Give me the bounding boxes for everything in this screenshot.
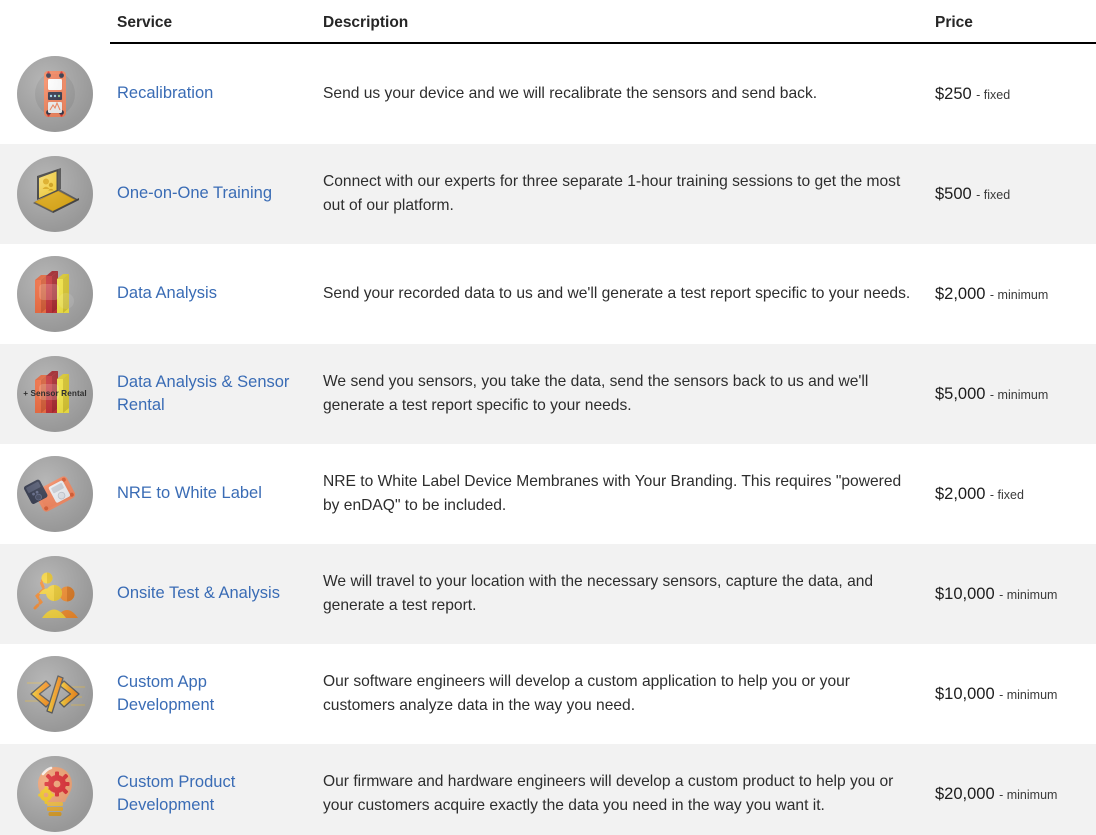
service-description-cell: We send you sensors, you take the data, … bbox=[318, 344, 928, 444]
price-amount: $10,000 bbox=[935, 685, 995, 703]
service-price-cell: $250 - fixed bbox=[928, 43, 1096, 144]
service-name-cell: Custom App Development bbox=[110, 644, 318, 744]
lightbulb-gears-icon bbox=[17, 756, 93, 832]
service-name-cell: Onsite Test & Analysis bbox=[110, 544, 318, 644]
bar-chart-data-analysis-icon bbox=[17, 256, 93, 332]
table-row: Onsite Test & Analysis We will travel to… bbox=[0, 544, 1096, 644]
service-icon-cell bbox=[0, 144, 110, 244]
service-icon-cell: + Sensor Rental bbox=[0, 344, 110, 444]
white-label-membrane-icon bbox=[17, 456, 93, 532]
table-header-row: Service Description Price bbox=[0, 0, 1096, 43]
price-note: - fixed bbox=[990, 488, 1024, 502]
service-name-cell: One-on-One Training bbox=[110, 144, 318, 244]
icon-bubble-shading bbox=[17, 656, 93, 732]
service-name-cell: NRE to White Label bbox=[110, 444, 318, 544]
service-icon-cell bbox=[0, 244, 110, 344]
service-icon-cell bbox=[0, 644, 110, 744]
service-icon-cell bbox=[0, 444, 110, 544]
table-row: Data Analysis Send your recorded data to… bbox=[0, 244, 1096, 344]
service-price-cell: $500 - fixed bbox=[928, 144, 1096, 244]
code-brackets-icon bbox=[17, 656, 93, 732]
service-icon-cell bbox=[0, 43, 110, 144]
icon-bubble-shading bbox=[17, 256, 93, 332]
service-name-cell: Data Analysis & Sensor Rental bbox=[110, 344, 318, 444]
price-amount: $250 bbox=[935, 85, 972, 103]
service-description-cell: We will travel to your location with the… bbox=[318, 544, 928, 644]
price-amount: $20,000 bbox=[935, 785, 995, 803]
service-price-cell: $2,000 - fixed bbox=[928, 444, 1096, 544]
services-pricing-table: Service Description Price bbox=[0, 0, 1096, 835]
table-row: Recalibration Send us your device and we… bbox=[0, 43, 1096, 144]
service-description-cell: Send your recorded data to us and we'll … bbox=[318, 244, 928, 344]
service-name-cell: Data Analysis bbox=[110, 244, 318, 344]
price-amount: $500 bbox=[935, 185, 972, 203]
icon-bubble-shading bbox=[17, 156, 93, 232]
price-amount: $2,000 bbox=[935, 285, 985, 303]
service-link[interactable]: Data Analysis & Sensor Rental bbox=[117, 373, 289, 414]
table-row: + Sensor Rental Data Analysis & Sensor R… bbox=[0, 344, 1096, 444]
service-icon-cell bbox=[0, 744, 110, 835]
service-link[interactable]: Data Analysis bbox=[117, 284, 217, 302]
price-note: - fixed bbox=[976, 188, 1010, 202]
service-description-cell: Our software engineers will develop a cu… bbox=[318, 644, 928, 744]
onsite-team-travel-icon bbox=[17, 556, 93, 632]
service-description-cell: Send us your device and we will recalibr… bbox=[318, 43, 928, 144]
table-row: One-on-One Training Connect with our exp… bbox=[0, 144, 1096, 244]
service-name-cell: Custom Product Development bbox=[110, 744, 318, 835]
table-row: Custom Product Development Our firmware … bbox=[0, 744, 1096, 835]
icon-bubble-shading bbox=[17, 456, 93, 532]
price-amount: $10,000 bbox=[935, 585, 995, 603]
price-note: - minimum bbox=[999, 688, 1057, 702]
price-note: - fixed bbox=[976, 88, 1010, 102]
service-price-cell: $10,000 - minimum bbox=[928, 644, 1096, 744]
bar-chart-sensor-rental-icon: + Sensor Rental bbox=[17, 356, 93, 432]
column-header-icon bbox=[0, 0, 110, 43]
service-price-cell: $2,000 - minimum bbox=[928, 244, 1096, 344]
laptop-training-icon bbox=[17, 156, 93, 232]
column-header-price: Price bbox=[928, 0, 1096, 43]
service-name-cell: Recalibration bbox=[110, 43, 318, 144]
service-description-cell: Connect with our experts for three separ… bbox=[318, 144, 928, 244]
service-price-cell: $5,000 - minimum bbox=[928, 344, 1096, 444]
service-icon-cell bbox=[0, 544, 110, 644]
service-link[interactable]: Onsite Test & Analysis bbox=[117, 584, 280, 602]
table-row: NRE to White Label NRE to White Label De… bbox=[0, 444, 1096, 544]
service-link[interactable]: Custom App Development bbox=[117, 673, 214, 714]
icon-bubble-shading bbox=[17, 56, 93, 132]
price-note: - minimum bbox=[999, 588, 1057, 602]
service-link[interactable]: One-on-One Training bbox=[117, 184, 272, 202]
price-note: - minimum bbox=[999, 788, 1057, 802]
service-price-cell: $10,000 - minimum bbox=[928, 544, 1096, 644]
service-price-cell: $20,000 - minimum bbox=[928, 744, 1096, 835]
service-description-cell: NRE to White Label Device Membranes with… bbox=[318, 444, 928, 544]
icon-bubble-shading bbox=[17, 556, 93, 632]
price-amount: $2,000 bbox=[935, 485, 985, 503]
price-note: - minimum bbox=[990, 388, 1048, 402]
column-header-description: Description bbox=[318, 0, 928, 43]
service-link[interactable]: Custom Product Development bbox=[117, 773, 235, 814]
price-note: - minimum bbox=[990, 288, 1048, 302]
service-link[interactable]: NRE to White Label bbox=[117, 484, 262, 502]
icon-bubble-shading bbox=[17, 756, 93, 832]
table-body: Recalibration Send us your device and we… bbox=[0, 43, 1096, 835]
table-header: Service Description Price bbox=[0, 0, 1096, 43]
column-header-service: Service bbox=[110, 0, 318, 43]
service-link[interactable]: Recalibration bbox=[117, 84, 213, 102]
recalibration-sensor-device-icon bbox=[17, 56, 93, 132]
table-row: Custom App Development Our software engi… bbox=[0, 644, 1096, 744]
service-description-cell: Our firmware and hardware engineers will… bbox=[318, 744, 928, 835]
icon-overlay-label: + Sensor Rental bbox=[17, 389, 93, 398]
price-amount: $5,000 bbox=[935, 385, 985, 403]
